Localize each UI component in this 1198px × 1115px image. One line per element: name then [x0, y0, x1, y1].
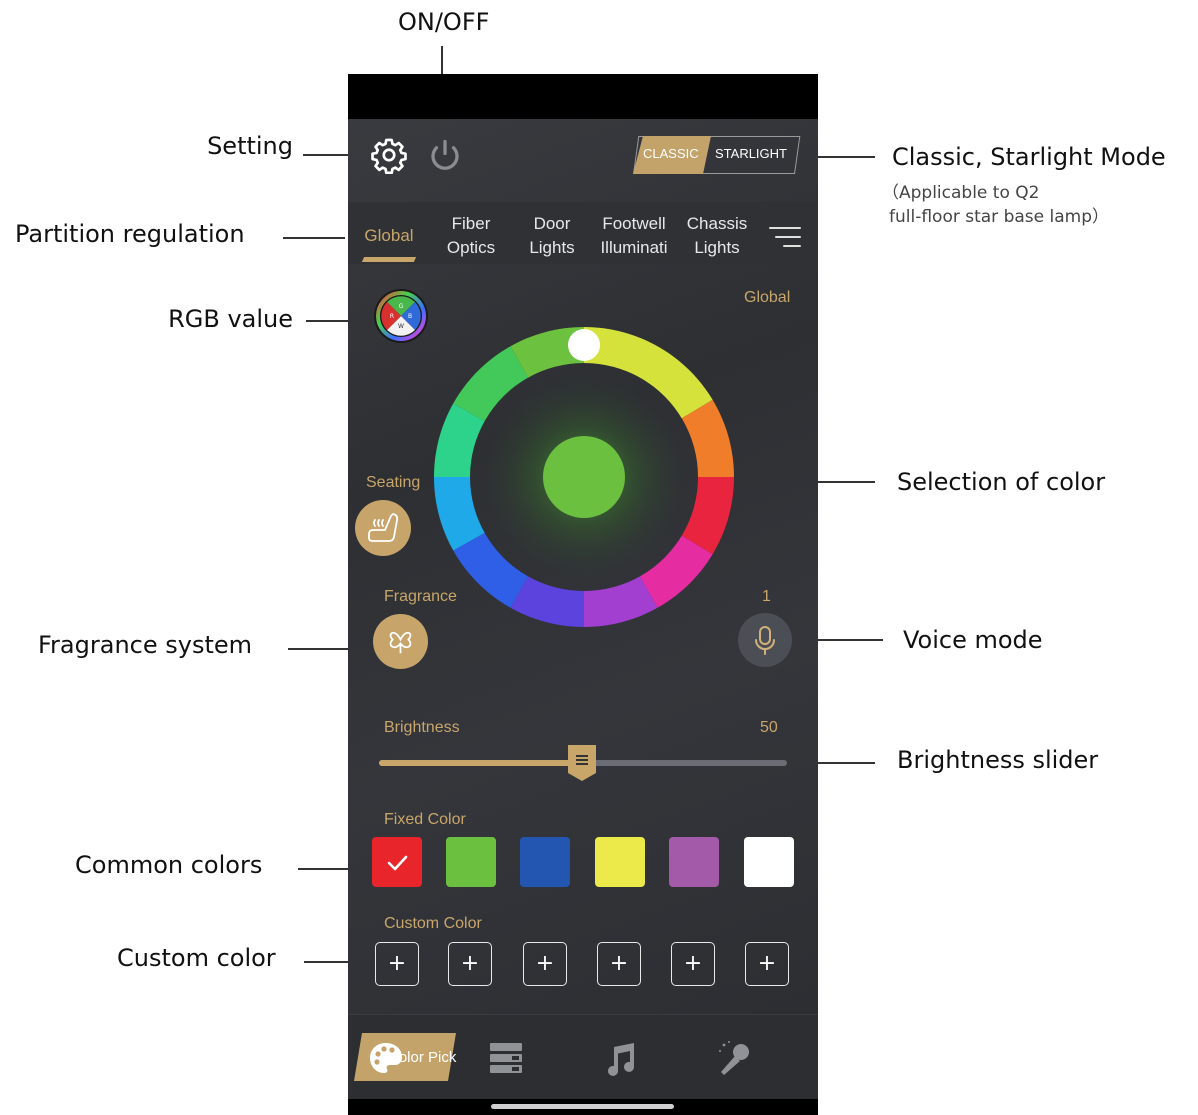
tab-door-lights[interactable]: Door Lights [522, 212, 582, 260]
fixed-color-swatch[interactable] [520, 837, 570, 887]
fixed-color-swatch[interactable] [744, 837, 794, 887]
annotation-custom-color: Custom color [117, 944, 276, 972]
status-bar [348, 74, 818, 119]
add-custom-color-button[interactable]: + [671, 942, 715, 986]
phone-screen: CLASSIC STARLIGHT Global Fiber Optics Do… [348, 74, 818, 1115]
fixed-color-swatch[interactable] [446, 837, 496, 887]
seat-heating-button[interactable] [355, 500, 411, 556]
annotation-brightness: Brightness slider [897, 746, 1099, 774]
power-icon[interactable] [427, 136, 463, 174]
palette-icon[interactable] [368, 1041, 404, 1079]
rgb-value-icon[interactable]: G B R W [373, 288, 429, 344]
fixed-color-swatch[interactable] [669, 837, 719, 887]
seat-icon [368, 513, 399, 542]
seating-label: Seating [366, 474, 421, 491]
annotation-note-line2: full-floor star base lamp） [889, 207, 1109, 227]
zone-label: Global [744, 289, 791, 306]
annotation-voice: Voice mode [903, 626, 1043, 654]
list-icon[interactable] [490, 1043, 522, 1077]
svg-text:W: W [398, 323, 404, 330]
annotation-classic-starlight: Classic, Starlight Mode [892, 143, 1166, 171]
home-indicator [491, 1104, 674, 1109]
custom-color-label: Custom Color [384, 915, 482, 932]
check-icon [387, 855, 408, 871]
fixed-color-swatch[interactable] [372, 837, 422, 887]
annotation-partition: Partition regulation [15, 220, 245, 248]
tab-footwell[interactable]: Footwell Illuminati [594, 212, 674, 260]
svg-text:R: R [390, 313, 394, 320]
microphone-icon [755, 626, 775, 655]
annotation-on-off: ON/OFF [398, 8, 490, 36]
bottom-nav: Color Pick [348, 1014, 818, 1100]
add-custom-color-button[interactable]: + [597, 942, 641, 986]
annotation-selection: Selection of color [897, 468, 1106, 496]
clover-icon [389, 631, 412, 654]
brightness-slider-handle[interactable] [568, 745, 596, 781]
brightness-value: 50 [760, 719, 778, 736]
gear-icon[interactable] [370, 136, 408, 175]
fragrance-button[interactable] [373, 614, 428, 669]
brightness-label: Brightness [384, 719, 460, 736]
add-custom-color-button[interactable]: + [375, 942, 419, 986]
microphone-icon[interactable] [716, 1039, 754, 1081]
fixed-color-swatch[interactable] [595, 837, 645, 887]
color-wheel[interactable] [433, 327, 734, 627]
voice-value: 1 [762, 588, 771, 605]
mode-starlight-label[interactable]: STARLIGHT [715, 146, 787, 161]
music-icon[interactable] [604, 1041, 636, 1081]
menu-icon[interactable] [768, 222, 802, 252]
annotation-rgb: RGB value [168, 305, 293, 333]
mode-classic-label: CLASSIC [643, 146, 699, 161]
annotation-note-line1: （Applicable to Q2 [882, 183, 1040, 203]
pointer-line-partition [283, 237, 345, 239]
mode-switch[interactable]: CLASSIC STARLIGHT [633, 136, 801, 174]
svg-text:G: G [399, 303, 404, 310]
brightness-slider-fill [379, 760, 583, 766]
add-custom-color-button[interactable]: + [745, 942, 789, 986]
fragrance-label: Fragrance [384, 588, 457, 605]
annotation-fragrance: Fragrance system [38, 631, 253, 659]
svg-text:B: B [408, 313, 412, 320]
add-custom-color-button[interactable]: + [448, 942, 492, 986]
tab-fiber-optics[interactable]: Fiber Optics [438, 212, 504, 260]
add-custom-color-button[interactable]: + [523, 942, 567, 986]
tab-chassis-lights[interactable]: Chassis Lights [682, 212, 752, 260]
fixed-color-label: Fixed Color [384, 811, 466, 828]
annotation-common-colors: Common colors [75, 851, 263, 879]
annotation-setting: Setting [207, 132, 293, 160]
zone-tabs: Global Fiber Optics Door Lights Footwell… [348, 202, 818, 264]
voice-mode-button[interactable] [738, 613, 792, 667]
tab-global[interactable]: Global [362, 224, 416, 248]
tab-active-indicator [361, 257, 417, 262]
